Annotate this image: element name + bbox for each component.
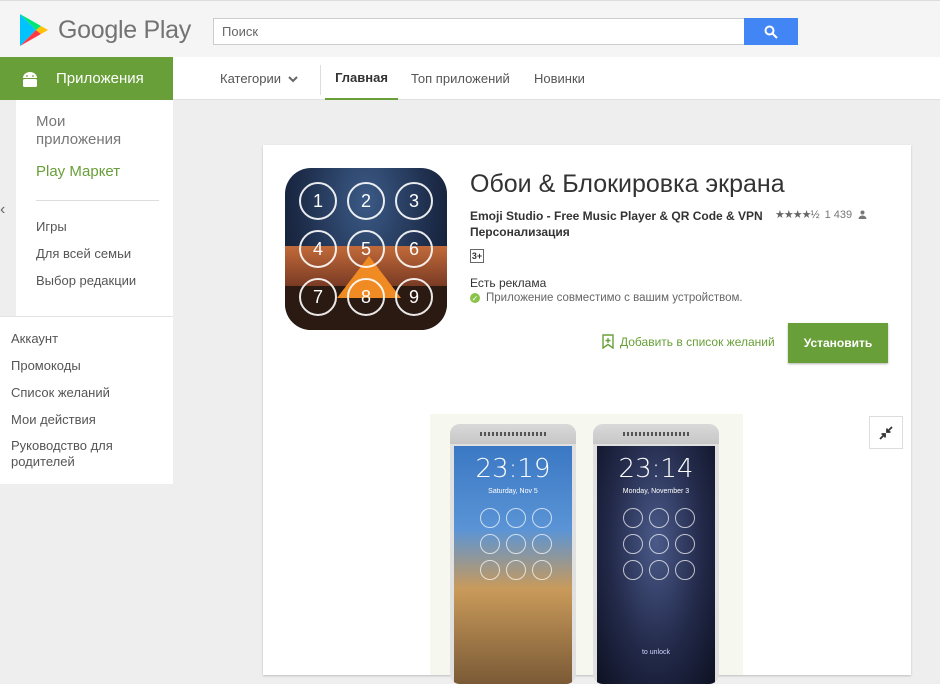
tab-new[interactable]: Новинки: [534, 57, 585, 100]
keypad-key: 9: [395, 278, 433, 316]
nav-divider: [320, 65, 321, 95]
sidebar-item-activity[interactable]: Мои действия: [11, 412, 96, 427]
sidebar-item-account[interactable]: Аккаунт: [11, 331, 58, 346]
sidebar-item-family[interactable]: Для всей семьи: [36, 246, 131, 261]
sidebar-divider: [36, 200, 159, 201]
sidebar-item-wishlist[interactable]: Список желаний: [11, 385, 110, 400]
phone-screen: 23:14 Monday, November 3 to unlock: [597, 446, 715, 684]
tab-home[interactable]: Главная: [325, 57, 398, 100]
nav-bar: Приложения Категории Главная Топ приложе…: [0, 57, 940, 100]
screenshot-2[interactable]: 23:14 Monday, November 3 to unlock: [593, 424, 719, 684]
unlock-hint: to unlock: [641, 649, 671, 656]
keypad-key: 2: [347, 182, 385, 220]
search-input[interactable]: [213, 18, 744, 45]
rating-stars: ★★★★½: [775, 209, 820, 221]
search-bar: [213, 18, 798, 45]
compat-text: Приложение совместимо с вашим устройство…: [486, 292, 743, 304]
wishlist-label: Добавить в список желаний: [620, 334, 775, 349]
icon-keypad: 1 2 3 4 5 6 7 8 9: [299, 182, 433, 316]
sidebar-item-promo[interactable]: Промокоды: [11, 358, 81, 373]
app-details-card: 1 2 3 4 5 6 7 8 9 Обои & Блокировка экра…: [263, 145, 911, 684]
phone-screen: 23:19 Saturday, Nov 5: [454, 446, 572, 684]
shrink-arrows-icon: [879, 425, 893, 440]
install-button[interactable]: Установить: [788, 323, 888, 363]
check-icon: ✓: [470, 293, 480, 303]
collapse-screenshots-button[interactable]: [869, 416, 903, 449]
app-icon: 1 2 3 4 5 6 7 8 9: [285, 168, 447, 330]
keypad-key: 5: [347, 230, 385, 268]
account-menu: Аккаунт Промокоды Список желаний Мои дей…: [0, 316, 173, 484]
google-play-logo[interactable]: Google Play: [18, 13, 191, 47]
rating-count: 1 439: [824, 208, 853, 221]
screenshot-1[interactable]: 23:19 Saturday, Nov 5: [450, 424, 576, 684]
apps-tab[interactable]: Приложения: [0, 57, 173, 100]
tab-label: Топ приложений: [411, 71, 510, 86]
search-icon: [764, 25, 778, 39]
sidebar: Мои приложения Play Маркет Игры Для всей…: [16, 100, 173, 316]
rating: ★★★★½ 1 439: [775, 208, 867, 221]
apps-tab-label: Приложения: [56, 70, 144, 87]
phone-speaker: [450, 424, 576, 444]
tab-label: Новинки: [534, 71, 585, 86]
search-button[interactable]: [744, 18, 798, 45]
mini-keypad: [480, 508, 552, 580]
age-rating-badge: 3+: [470, 249, 484, 263]
play-store-icon: [20, 14, 48, 46]
top-bar: Google Play: [0, 0, 940, 57]
ads-label: Есть реклама: [470, 276, 547, 290]
tab-top-apps[interactable]: Топ приложений: [411, 57, 510, 100]
categories-dropdown[interactable]: Категории: [220, 71, 299, 86]
keypad-key: 7: [299, 278, 337, 316]
app-title: Обои & Блокировка экрана: [470, 170, 785, 198]
keypad-key: 6: [395, 230, 433, 268]
sidebar-item-play-market[interactable]: Play Маркет: [36, 163, 120, 180]
sidebar-item-editors-choice[interactable]: Выбор редакции: [36, 273, 136, 288]
android-icon: [23, 71, 37, 87]
bookmark-add-icon: [602, 334, 614, 349]
keypad-key: 1: [299, 182, 337, 220]
collapse-sidebar-icon[interactable]: ‹: [0, 201, 5, 219]
developer-link[interactable]: Emoji Studio - Free Music Player & QR Co…: [470, 209, 763, 223]
phone-speaker: [593, 424, 719, 444]
sidebar-item-parental-guide[interactable]: Руководство для родителей: [11, 438, 131, 470]
sidebar-item-games[interactable]: Игры: [36, 219, 67, 234]
sidebar-item-my-apps[interactable]: Мои приложения: [36, 113, 146, 149]
logo-text: Google Play: [58, 15, 191, 44]
chevron-down-icon: [288, 75, 298, 82]
keypad-key: 8: [347, 278, 385, 316]
lock-clock: 23:14: [618, 454, 694, 484]
categories-label: Категории: [220, 71, 281, 86]
compatibility-note: ✓ Приложение совместимо с вашим устройст…: [470, 292, 743, 304]
mini-keypad: [623, 508, 695, 580]
tab-label: Главная: [335, 70, 388, 85]
person-icon: [858, 210, 867, 219]
keypad-key: 4: [299, 230, 337, 268]
category-link[interactable]: Персонализация: [470, 225, 570, 239]
screenshot-gallery[interactable]: 23:19 Saturday, Nov 5 23:14 Monday, Nove…: [430, 414, 743, 684]
keypad-key: 3: [395, 182, 433, 220]
lock-date: Monday, November 3: [622, 488, 690, 495]
lock-clock: 23:19: [475, 454, 551, 484]
lock-date: Saturday, Nov 5: [488, 488, 538, 495]
add-to-wishlist-button[interactable]: Добавить в список желаний: [602, 334, 775, 349]
